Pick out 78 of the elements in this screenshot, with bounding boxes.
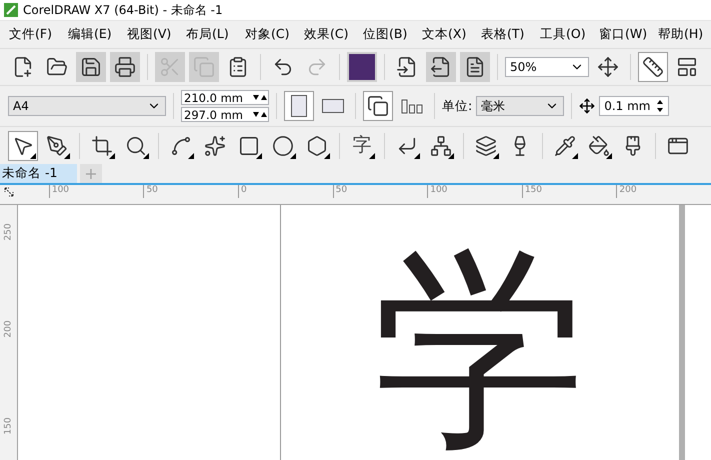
new-file-icon (12, 56, 34, 78)
ruler-label: 150 (4, 417, 14, 435)
document-tab[interactable]: 未命名 -1 (0, 164, 77, 183)
page-height-field[interactable]: 297.0 mm (181, 107, 269, 122)
shape-tool-icon (46, 134, 68, 156)
page-width-field[interactable]: 210.0 mm (181, 90, 269, 105)
export-button[interactable] (426, 52, 456, 82)
redo-icon (306, 56, 328, 78)
ruler-label: 250 (4, 223, 14, 241)
menu-item[interactable]: 工具(O) (531, 26, 590, 43)
bars-icon (401, 98, 423, 114)
folder-icon (46, 56, 68, 78)
scissors-icon (159, 56, 181, 78)
menu-item[interactable]: 视图(V) (118, 26, 177, 43)
all-pages-button[interactable] (363, 91, 393, 121)
undo-icon (272, 56, 294, 78)
ruler-origin-icon[interactable] (4, 187, 14, 197)
line-tool-icon (170, 134, 192, 156)
pdf-button[interactable] (460, 52, 490, 82)
crop-tool-icon (91, 134, 113, 156)
eyedropper-tool-icon (554, 134, 576, 156)
ruler-label: 50 (332, 185, 428, 198)
printer-icon (114, 56, 136, 78)
fill-tool-icon (588, 134, 610, 156)
ruler-label: 200 (4, 320, 14, 338)
canvas-text: 学 (373, 243, 587, 460)
pages-icon (367, 95, 389, 117)
app-logo-icon (4, 3, 18, 17)
menu-item[interactable]: 布局(L) (177, 26, 236, 43)
document-icon (464, 56, 486, 78)
ruler-icon (642, 56, 664, 78)
file-export-icon (430, 56, 452, 78)
portrait-page-icon (291, 95, 307, 117)
launcher-icon (349, 54, 375, 80)
rectangle-tool-icon (238, 134, 260, 156)
ruler-label: 50 (143, 185, 238, 198)
menu-item[interactable]: 窗口(W) (590, 26, 649, 43)
blend-tool-icon (430, 134, 452, 156)
menu-item[interactable]: 对象(C) (236, 26, 295, 43)
zoom-dropdown[interactable]: 50% (505, 57, 589, 77)
spin-arrows-icon (656, 99, 664, 113)
portrait-button[interactable] (284, 91, 314, 121)
grid-icon (676, 56, 698, 78)
landscape-page-icon (322, 99, 344, 113)
units-dropdown[interactable]: 毫米 (476, 96, 564, 116)
menu-item[interactable]: 文本(X) (413, 26, 472, 43)
pick-tool-button[interactable] (8, 130, 38, 160)
menu-item[interactable]: 文件(F) (0, 26, 59, 43)
clipboard-icon (227, 56, 249, 78)
shadow-tool-icon (475, 134, 497, 156)
ruler-label: 100 (48, 185, 144, 198)
ellipse-tool-icon (272, 134, 294, 156)
launcher-button[interactable] (347, 52, 377, 82)
menu-item[interactable]: 表格(T) (472, 26, 531, 43)
polygon-tool-icon (306, 134, 328, 156)
save-button[interactable] (76, 52, 106, 82)
ruler-label: 150 (522, 185, 616, 198)
spin-arrows-icon (252, 110, 268, 119)
copy-icon (193, 56, 215, 78)
menu-item[interactable]: 效果(C) (295, 26, 354, 43)
paper-size-dropdown[interactable]: A4 (8, 96, 166, 116)
file-import-icon (396, 56, 418, 78)
menu-item[interactable]: 帮助(H) (649, 26, 708, 43)
menu-item[interactable]: 编辑(E) (59, 26, 118, 43)
units-label: 单位: (442, 98, 472, 114)
print-button[interactable] (110, 52, 140, 82)
ruler-label: 100 (427, 185, 522, 198)
nudge-icon (579, 98, 596, 114)
ruler-button[interactable] (638, 52, 668, 82)
menu-item[interactable]: 位图(B) (354, 26, 413, 43)
ruler-label: 0 (238, 185, 333, 198)
window-title: CorelDRAW X7 (64-Bit) - 未命名 -1 (23, 2, 223, 18)
spin-arrows-icon (252, 93, 268, 102)
move-arrows-icon (597, 56, 619, 78)
zoom-tool-icon (125, 134, 147, 156)
nudge-field[interactable]: 0.1 mm (599, 96, 670, 116)
text-tool-glyph: 字 (352, 136, 372, 155)
ruler-label: 200 (616, 185, 711, 198)
